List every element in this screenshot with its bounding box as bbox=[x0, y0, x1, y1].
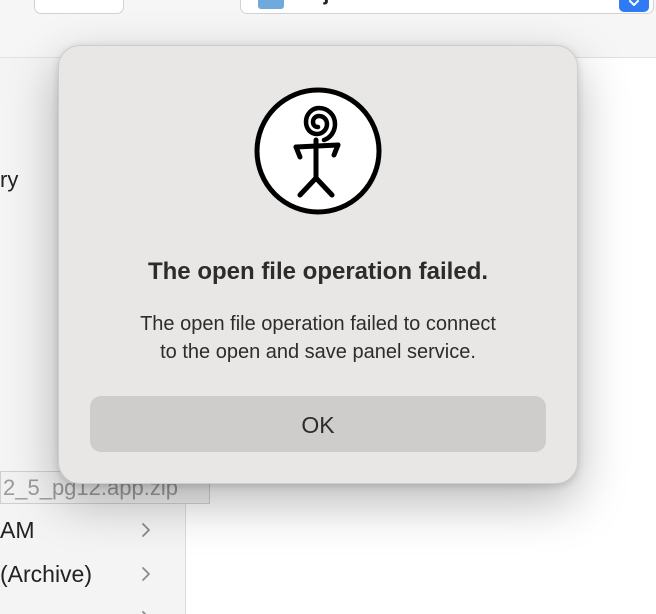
folder-icon bbox=[258, 0, 284, 9]
chevron-right-icon bbox=[142, 523, 150, 537]
stick-figure-spiral-icon bbox=[254, 87, 382, 215]
ok-button[interactable]: OK bbox=[90, 396, 546, 452]
alert-message-line: The open file operation failed to connec… bbox=[140, 313, 496, 335]
list-item[interactable]: AM bbox=[0, 508, 185, 552]
chevron-right-icon bbox=[142, 567, 150, 581]
file-list: AM (Archive) bbox=[0, 508, 185, 614]
chevron-right-icon bbox=[142, 611, 147, 614]
alert-dialog: The open file operation failed. The open… bbox=[58, 45, 578, 484]
list-item[interactable] bbox=[0, 596, 185, 614]
list-item[interactable]: (Archive) bbox=[0, 552, 185, 596]
list-item-label: (Archive) bbox=[0, 561, 93, 587]
location-label: adj bbox=[299, 0, 329, 4]
list-item-label: AM bbox=[0, 517, 35, 543]
alert-title: The open file operation failed. bbox=[147, 258, 489, 285]
screen: adj ry 2_5_pg12.app.zip AM (Archive) bbox=[0, 0, 656, 614]
alert-message-line: to the open and save panel service. bbox=[160, 341, 476, 363]
location-popup[interactable]: adj bbox=[240, 0, 654, 14]
alert-message: The open file operation failed to connec… bbox=[89, 310, 547, 366]
sidebar-item-partial[interactable]: ry bbox=[0, 167, 18, 193]
view-options-button[interactable] bbox=[34, 0, 124, 14]
chevron-updown-icon[interactable] bbox=[619, 0, 649, 12]
